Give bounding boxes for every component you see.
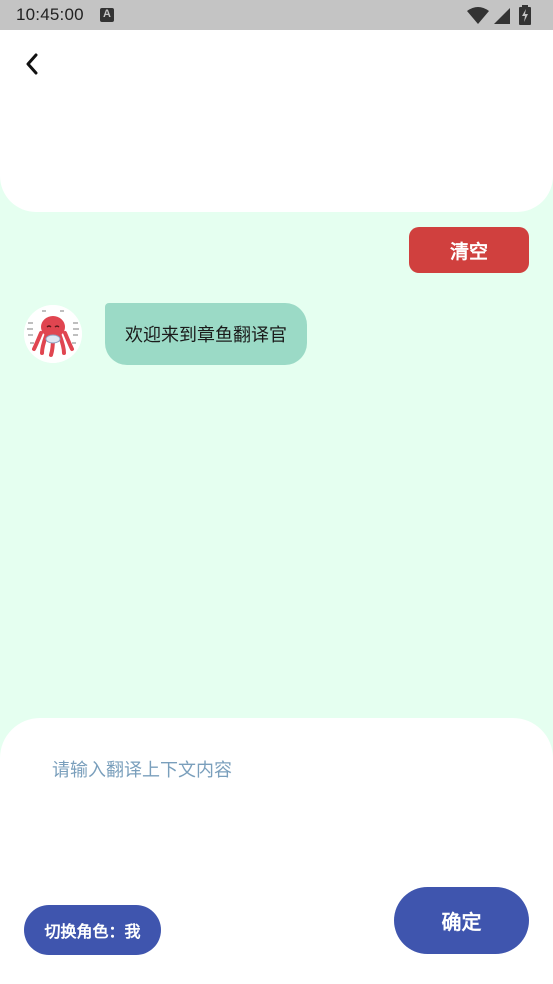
clear-button[interactable]: 清空 xyxy=(409,227,529,273)
status-time: 10:45:00 xyxy=(16,5,84,24)
switch-role-button[interactable]: 切换角色：我 xyxy=(24,905,161,955)
context-input[interactable] xyxy=(50,750,504,790)
wifi-icon xyxy=(467,7,489,24)
status-icons xyxy=(459,5,539,25)
back-button[interactable] xyxy=(16,48,48,80)
cellular-signal-icon xyxy=(494,8,510,24)
a-icon: A xyxy=(100,8,114,22)
octopus-avatar xyxy=(24,305,82,363)
status-bar: 10:45:00 A xyxy=(0,0,553,30)
confirm-button[interactable]: 确定 xyxy=(394,887,529,954)
message-bubble: 欢迎来到章鱼翻译官 xyxy=(105,303,307,365)
chevron-left-icon xyxy=(26,53,38,75)
battery-charging-icon xyxy=(519,5,531,25)
header-card xyxy=(0,30,553,212)
